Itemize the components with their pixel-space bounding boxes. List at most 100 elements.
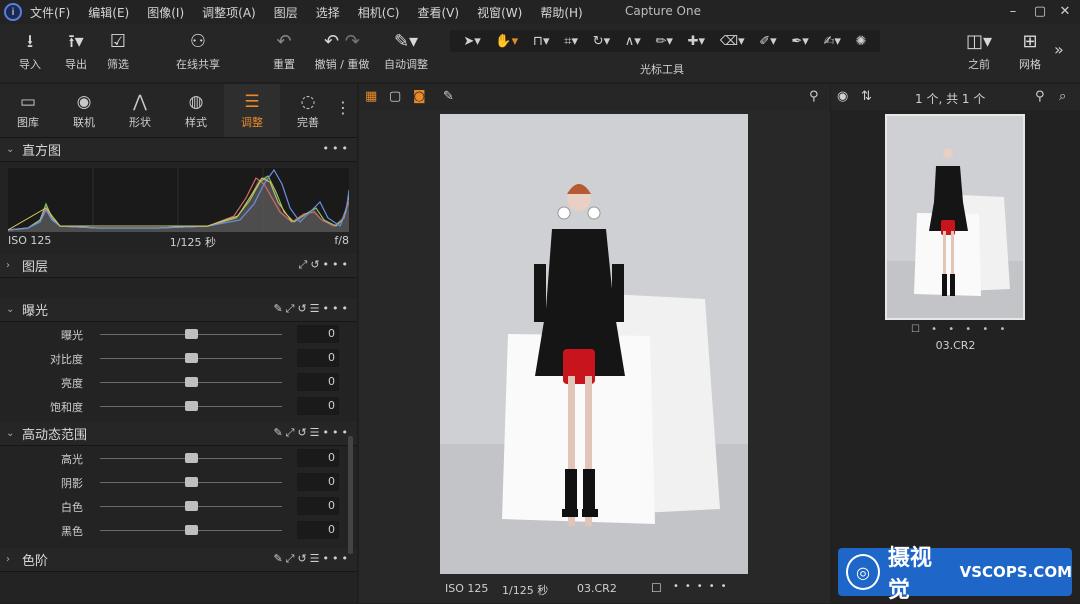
levels-header[interactable]: › 色阶 ✎⤢↺☰•••	[0, 548, 357, 572]
menu-image[interactable]: 图像(I)	[147, 4, 184, 21]
slider-value-input[interactable]: 0	[297, 373, 339, 391]
sort-icon[interactable]: ⇅	[861, 89, 872, 104]
single-view-icon[interactable]: ▢	[389, 89, 401, 104]
slider-knob[interactable]	[185, 353, 198, 363]
more-vertical-icon[interactable]: ⋮	[335, 98, 351, 117]
camera-icon: ◉	[76, 92, 92, 112]
exposure-tools-icons[interactable]: ✎⤢↺☰•••	[273, 302, 351, 316]
tab-adjust[interactable]: ☰ 调整	[224, 84, 280, 137]
exposure-header[interactable]: ⌄ 曝光 ✎⤢↺☰•••	[0, 298, 357, 322]
histogram-header[interactable]: ⌄ 直方图 •••	[0, 138, 357, 162]
hdr-header[interactable]: ⌄ 高动态范围 ✎⤢↺☰•••	[0, 422, 357, 446]
rating-dots-icon[interactable]: •••••	[673, 581, 733, 592]
viewer-photo[interactable]	[440, 114, 748, 574]
layers-header[interactable]: › 图层 ⤢↺•••	[0, 254, 357, 278]
tab-library[interactable]: ▭ 图库	[0, 84, 56, 137]
slider-value-input[interactable]: 0	[297, 325, 339, 343]
gradient-icon[interactable]: ✐▾	[759, 34, 776, 49]
histogram-shutter: 1/125 秒	[169, 236, 216, 249]
slider-value-input[interactable]: 0	[297, 349, 339, 367]
maximize-button[interactable]: ▢	[1030, 3, 1050, 21]
menu-view[interactable]: 查看(V)	[418, 4, 460, 21]
thumbnail[interactable]	[885, 114, 1025, 320]
hand-pan-icon[interactable]: ✋▾	[495, 34, 518, 49]
slider-row: 白色 0	[0, 494, 357, 518]
eye-icon[interactable]: ◉	[837, 89, 848, 104]
tab-styles[interactable]: ◍ 样式	[168, 84, 224, 137]
tab-refine[interactable]: ◌ 完善	[280, 84, 336, 137]
filter-search-icon[interactable]: ⚲	[1035, 89, 1045, 104]
slider-knob[interactable]	[185, 401, 198, 411]
slider-label: 饱和度	[50, 401, 83, 414]
menu-help[interactable]: 帮助(H)	[540, 4, 582, 21]
thumbnail-svg	[887, 116, 1023, 318]
select-arrow-icon[interactable]: ➤▾	[463, 34, 480, 49]
eraser-icon[interactable]: ⌫▾	[720, 34, 745, 49]
auto-adjust-button[interactable]: ✎▾ 自动调整	[381, 28, 431, 72]
slider-value-input[interactable]: 0	[297, 449, 339, 467]
heal-icon[interactable]: ✚▾	[688, 34, 705, 49]
minimize-button[interactable]: –	[1003, 3, 1023, 21]
close-button[interactable]: ✕	[1055, 3, 1075, 21]
menu-window[interactable]: 视窗(W)	[477, 4, 522, 21]
filter-button[interactable]: ☑ 筛选	[102, 28, 134, 72]
slider-label: 亮度	[61, 377, 83, 390]
slider-knob[interactable]	[185, 477, 198, 487]
split-view-icon: ◫▾	[965, 31, 993, 52]
grid-button[interactable]: ⊞ 网格	[1014, 28, 1046, 72]
annotate-icon[interactable]: ✍▾	[823, 34, 840, 49]
slider-row: 高光 0	[0, 446, 357, 470]
histogram-iso: ISO 125	[8, 234, 52, 247]
slider-knob[interactable]	[185, 377, 198, 387]
levels-tools-icons[interactable]: ✎⤢↺☰•••	[273, 552, 351, 566]
slider-knob[interactable]	[185, 525, 198, 535]
menu-file[interactable]: 文件(F)	[30, 4, 70, 21]
tool-tabs: ▭ 图库 ◉ 联机 ⋀ 形状 ◍ 样式 ☰ 调整 ◌ 完善 ⋮	[0, 84, 357, 138]
slider-value-input[interactable]: 0	[297, 497, 339, 515]
slider-value-input[interactable]: 0	[297, 521, 339, 539]
picker-icon[interactable]: ✒▾	[791, 34, 808, 49]
zoom-icon[interactable]: ⚲	[809, 89, 819, 104]
slider-knob[interactable]	[185, 453, 198, 463]
tab-lens[interactable]: ⋀ 形状	[112, 84, 168, 137]
crop-icon[interactable]: ⌗▾	[564, 34, 578, 49]
menu-adjustments[interactable]: 调整项(A)	[202, 4, 256, 21]
magic-wand-icon: ✎▾	[393, 31, 419, 52]
tab-label: 完善	[297, 116, 319, 129]
before-button[interactable]: ◫▾ 之前	[958, 28, 1000, 72]
menu-edit[interactable]: 编辑(E)	[88, 4, 129, 21]
thumbnail-rating-dots[interactable]: ☐ • • • • •	[911, 324, 1009, 335]
undo-redo-button[interactable]: ↶ ↷ 撤销 / 重做	[310, 28, 374, 72]
layers-tools-icons[interactable]: ⤢↺•••	[299, 258, 351, 272]
export-label: 导出	[65, 58, 87, 71]
users-icon: ⚇	[189, 31, 207, 52]
eye-view-icon[interactable]: ◙	[413, 89, 426, 104]
straighten-icon[interactable]: ⊓▾	[533, 34, 550, 49]
panel-scrollbar[interactable]	[348, 436, 353, 554]
export-button[interactable]: ⭱▾ 导出	[56, 28, 96, 72]
import-button[interactable]: ⭳ 导入	[14, 28, 46, 72]
histogram-info: ISO 125 1/125 秒 f/8	[0, 232, 357, 250]
slider-value-input[interactable]: 0	[297, 473, 339, 491]
slider-value-input[interactable]: 0	[297, 397, 339, 415]
slider-knob[interactable]	[185, 329, 198, 339]
spot-icon[interactable]: ✺	[856, 34, 867, 49]
rotate-icon[interactable]: ↻▾	[593, 34, 610, 49]
menu-select[interactable]: 选择	[316, 4, 340, 21]
search-icon[interactable]: ⌕	[1059, 89, 1066, 104]
online-share-button[interactable]: ⚇ 在线共享	[170, 28, 226, 72]
more-icon[interactable]: •••	[323, 142, 351, 155]
hdr-tools-icons[interactable]: ✎⤢↺☰•••	[273, 426, 351, 440]
brush-icon[interactable]: ✏▾	[656, 34, 673, 49]
toolbar-more-icon[interactable]: »	[1054, 40, 1064, 59]
checkbox-icon[interactable]: ☐	[651, 581, 662, 595]
keystone-icon[interactable]: ∧▾	[625, 34, 641, 49]
slider-label: 高光	[61, 453, 83, 466]
reset-button[interactable]: ↶ 重置	[268, 28, 300, 72]
slider-knob[interactable]	[185, 501, 198, 511]
menu-layers[interactable]: 图层	[274, 4, 298, 21]
tab-capture[interactable]: ◉ 联机	[56, 84, 112, 137]
pencil-icon[interactable]: ✎	[443, 89, 454, 104]
grid-view-icon[interactable]: ▦	[365, 89, 377, 104]
menu-camera[interactable]: 相机(C)	[358, 4, 400, 21]
